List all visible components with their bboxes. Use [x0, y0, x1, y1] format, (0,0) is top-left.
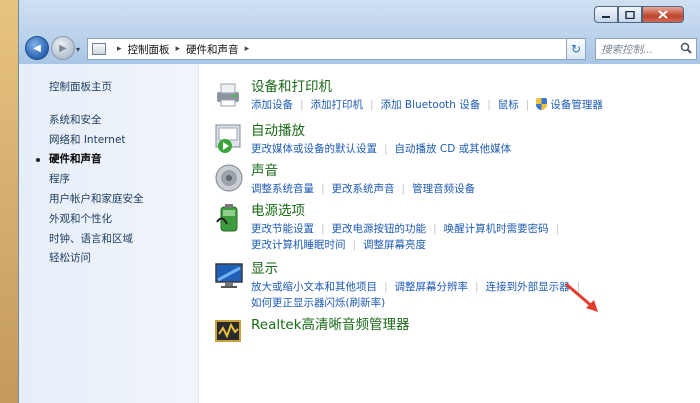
link-change-media-defaults[interactable]: 更改媒体或设备的默认设置: [251, 141, 377, 157]
realtek-audio-icon[interactable]: [213, 316, 245, 348]
link-change-sleep-time[interactable]: 更改计算机睡眠时间: [251, 237, 346, 253]
control-panel-window: ◀ ▶ ▾ ▸ 控制面板 ▸ 硬件和声音 ▸ ▾ ↻ 搜索控制... 控制: [18, 0, 700, 403]
back-arrow-icon: ◀: [33, 42, 41, 54]
recent-pages-dropdown-icon[interactable]: ▾: [76, 45, 80, 54]
sidebar-item-programs[interactable]: 程序: [49, 170, 198, 190]
link-device-manager-label: 设备管理器: [550, 99, 603, 111]
category-display: 显示 放大或缩小文本和其他项目 | 调整屏幕分辨率 | 连接到外部显示器 | 如何更正…: [213, 260, 700, 316]
refresh-button[interactable]: ↻: [566, 38, 586, 60]
category-title[interactable]: 声音: [251, 162, 475, 181]
search-placeholder: 搜索控制...: [601, 43, 654, 56]
link-text-size[interactable]: 放大或缩小文本和其他项目: [251, 279, 377, 295]
breadcrumb-separator-icon[interactable]: ▸: [176, 44, 181, 54]
breadcrumb-separator-icon[interactable]: ▸: [245, 44, 250, 54]
link-fix-flicker[interactable]: 如何更正显示器闪烁(刷新率): [251, 295, 385, 311]
link-adjust-brightness[interactable]: 调整屏幕亮度: [363, 237, 426, 253]
category-power-options: 电源选项 更改节能设置 | 更改电源按钮的功能 | 唤醒计算机时需要密码 | 更改计算…: [213, 202, 700, 260]
category-sound: 声音 调整系统音量 | 更改系统声音 | 管理音频设备: [213, 162, 700, 202]
sidebar-item-hardware-sound[interactable]: 硬件和声音: [36, 150, 198, 170]
sidebar-item-clock-region[interactable]: 时钟、语言和区域: [49, 230, 198, 250]
window-controls: [594, 6, 684, 23]
link-add-printer[interactable]: 添加打印机: [311, 97, 364, 113]
search-icon[interactable]: [680, 42, 692, 54]
link-autoplay-cd[interactable]: 自动播放 CD 或其他媒体: [395, 141, 512, 157]
battery-icon[interactable]: [213, 202, 245, 234]
link-add-device[interactable]: 添加设备: [251, 97, 293, 113]
sidebar-item-network[interactable]: 网络和 Internet: [49, 131, 198, 151]
uac-shield-icon: [536, 98, 548, 110]
link-screen-resolution[interactable]: 调整屏幕分辨率: [395, 279, 469, 295]
category-realtek: Realtek高清晰音频管理器: [213, 316, 700, 350]
sidebar-item-user-accounts[interactable]: 用户帐户和家庭安全: [49, 190, 198, 210]
link-change-power-saving[interactable]: 更改节能设置: [251, 221, 314, 237]
link-power-button-function[interactable]: 更改电源按钮的功能: [332, 221, 427, 237]
sidebar-item-home[interactable]: 控制面板主页: [49, 78, 198, 98]
autoplay-icon[interactable]: [213, 122, 245, 154]
link-external-display[interactable]: 连接到外部显示器: [486, 279, 570, 295]
refresh-icon: ↻: [570, 42, 582, 56]
link-add-bluetooth[interactable]: 添加 Bluetooth 设备: [381, 97, 481, 113]
search-input[interactable]: 搜索控制...: [595, 38, 697, 60]
category-title[interactable]: 显示: [251, 260, 587, 279]
link-device-manager[interactable]: 设备管理器: [536, 97, 603, 113]
link-mouse[interactable]: 鼠标: [498, 97, 519, 113]
link-require-password-wake[interactable]: 唤醒计算机时需要密码: [444, 221, 549, 237]
category-title[interactable]: 电源选项: [251, 202, 566, 221]
navigation-bar: ◀ ▶ ▾ ▸ 控制面板 ▸ 硬件和声音 ▸ ▾ ↻ 搜索控制...: [19, 34, 700, 64]
minimize-icon[interactable]: [594, 6, 618, 23]
control-panel-icon: [92, 43, 106, 55]
category-devices-printers: 设备和打印机 添加设备 | 添加打印机 | 添加 Bluetooth 设备 | 鼠标 |…: [213, 78, 700, 122]
category-title[interactable]: 自动播放: [251, 122, 511, 141]
main-panel: 设备和打印机 添加设备 | 添加打印机 | 添加 Bluetooth 设备 | 鼠标 |…: [199, 64, 700, 403]
sidebar: 控制面板主页 系统和安全 网络和 Internet 硬件和声音 程序 用户帐户和…: [19, 64, 199, 403]
maximize-icon[interactable]: [618, 6, 642, 23]
link-manage-audio-devices[interactable]: 管理音频设备: [412, 181, 475, 197]
category-title[interactable]: 设备和打印机: [251, 78, 603, 97]
address-bar[interactable]: ▸ 控制面板 ▸ 硬件和声音 ▸ ▾: [87, 38, 585, 60]
back-button[interactable]: ◀: [25, 36, 49, 60]
forward-arrow-icon: ▶: [59, 42, 67, 54]
printer-icon[interactable]: [213, 78, 245, 110]
sidebar-item-system-security[interactable]: 系统和安全: [49, 111, 198, 131]
link-change-sounds[interactable]: 更改系统声音: [332, 181, 395, 197]
sidebar-item-ease-of-access[interactable]: 轻松访问: [49, 249, 198, 269]
monitor-icon[interactable]: [213, 260, 245, 292]
speaker-icon[interactable]: [213, 162, 245, 194]
close-icon[interactable]: [642, 6, 684, 23]
breadcrumb-separator-icon[interactable]: ▸: [117, 44, 122, 54]
link-adjust-volume[interactable]: 调整系统音量: [251, 181, 314, 197]
breadcrumb-hardware-and-sound[interactable]: 硬件和声音: [186, 42, 239, 57]
content-area: 控制面板主页 系统和安全 网络和 Internet 硬件和声音 程序 用户帐户和…: [19, 64, 700, 403]
forward-button[interactable]: ▶: [51, 36, 75, 60]
category-title[interactable]: Realtek高清晰音频管理器: [251, 316, 410, 335]
breadcrumb-control-panel[interactable]: 控制面板: [128, 42, 170, 57]
sidebar-item-appearance[interactable]: 外观和个性化: [49, 210, 198, 230]
category-autoplay: 自动播放 更改媒体或设备的默认设置 | 自动播放 CD 或其他媒体: [213, 122, 700, 162]
